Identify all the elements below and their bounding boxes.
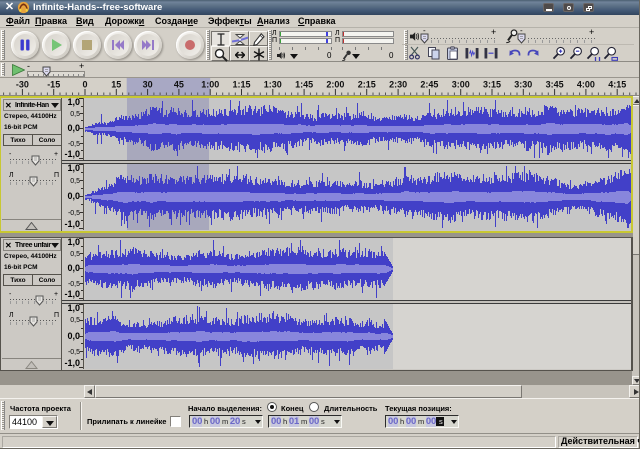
svg-text:0: 0 <box>82 80 87 90</box>
svg-text:15: 15 <box>111 80 121 90</box>
svg-text:1:00: 1:00 <box>201 80 219 90</box>
svg-text:-15: -15 <box>47 80 60 90</box>
svg-text:3:00: 3:00 <box>452 80 470 90</box>
svg-text:2:30: 2:30 <box>389 80 407 90</box>
svg-text:1:15: 1:15 <box>232 80 250 90</box>
svg-text:2:45: 2:45 <box>420 80 438 90</box>
svg-text:3:30: 3:30 <box>514 80 532 90</box>
svg-text:30: 30 <box>143 80 153 90</box>
svg-text:3:45: 3:45 <box>546 80 564 90</box>
svg-text:1:30: 1:30 <box>264 80 282 90</box>
svg-text:-30: -30 <box>16 80 29 90</box>
svg-text:2:00: 2:00 <box>326 80 344 90</box>
svg-text:45: 45 <box>174 80 184 90</box>
svg-text:2:15: 2:15 <box>358 80 376 90</box>
svg-text:4:15: 4:15 <box>608 80 626 90</box>
svg-text:4:00: 4:00 <box>577 80 595 90</box>
svg-text:3:15: 3:15 <box>483 80 501 90</box>
svg-text:1:45: 1:45 <box>295 80 313 90</box>
